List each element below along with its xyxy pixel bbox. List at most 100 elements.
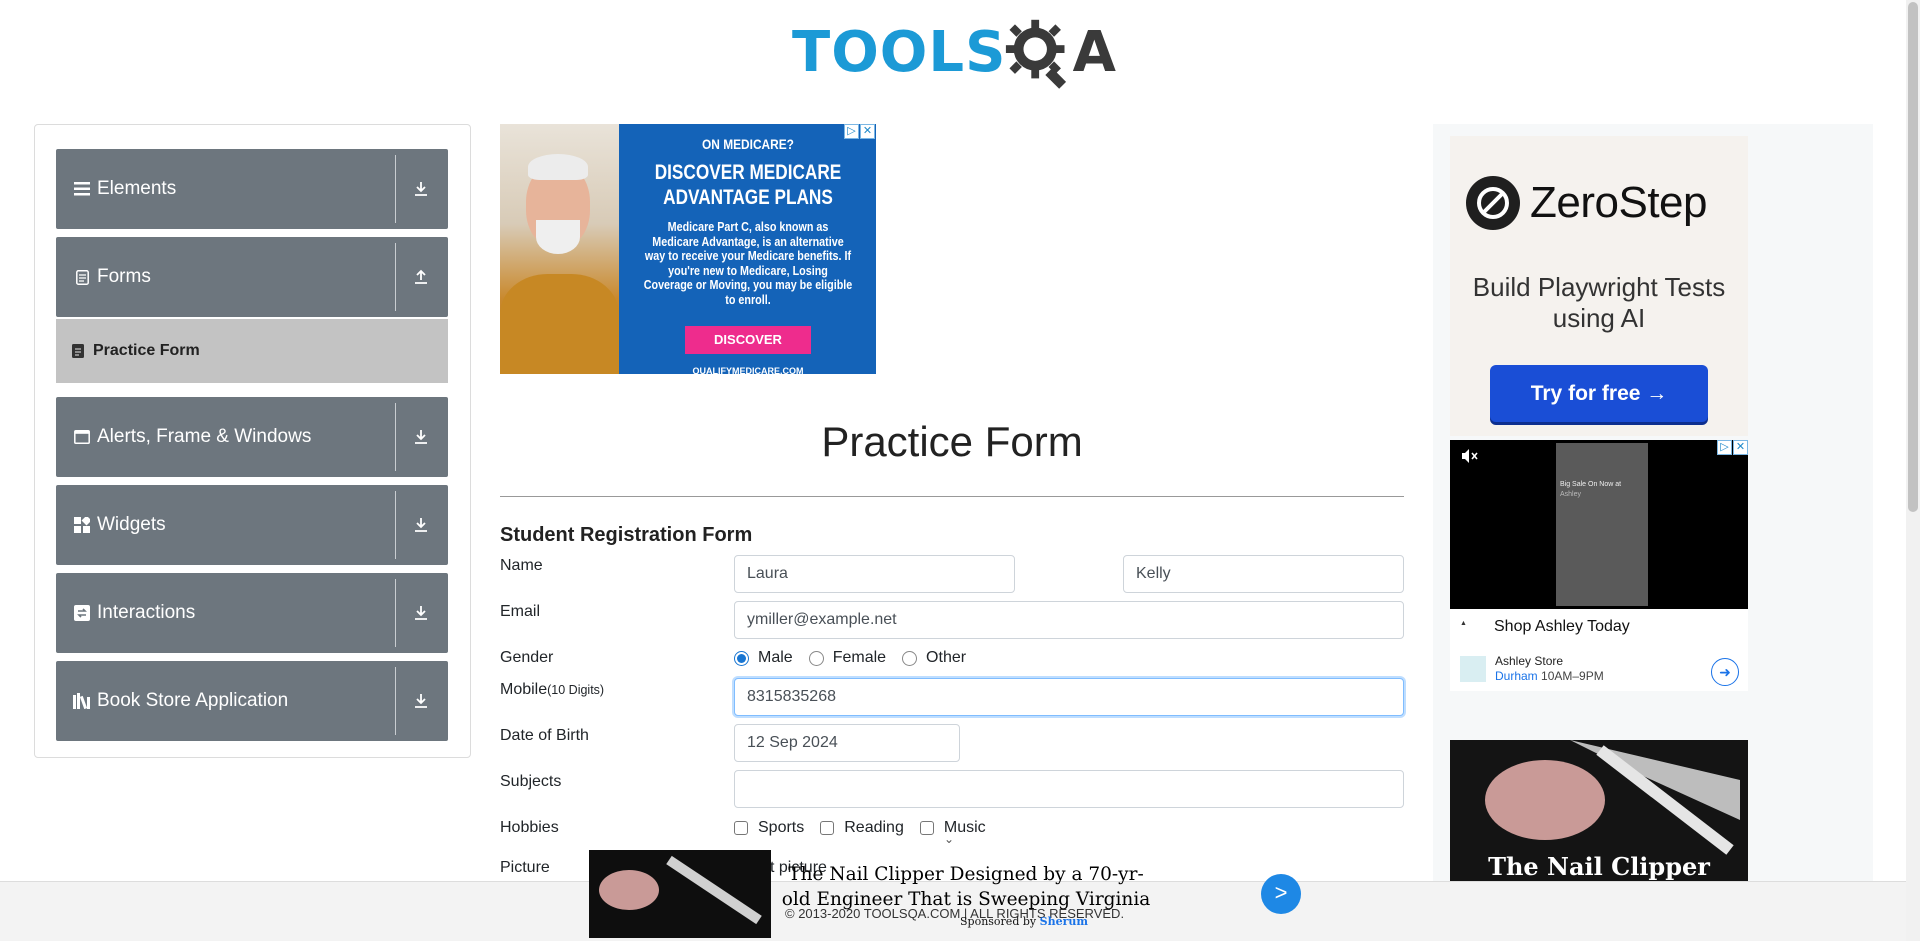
- try-for-free-button[interactable]: Try for free →: [1490, 365, 1708, 422]
- sidebar-item-label: Practice Form: [93, 342, 200, 359]
- sidebar-group-elements[interactable]: Elements: [56, 149, 448, 229]
- ad-line1: ON MEDICARE?: [702, 136, 794, 152]
- separator: [395, 491, 396, 559]
- ad-video-brand: Ashley: [1560, 491, 1582, 498]
- ad-headline: DISCOVER MEDICARE ADVANTAGE PLANS: [654, 161, 842, 209]
- first-name-input[interactable]: [734, 555, 1015, 593]
- ad-choices-icon[interactable]: ▷: [1717, 440, 1732, 455]
- download-arrow-icon[interactable]: [412, 180, 430, 198]
- ashley-ad[interactable]: Big Sale On Now at Ashley ▷ ✕ ▲ Shop Ash…: [1450, 440, 1748, 691]
- directions-icon[interactable]: ➜: [1711, 658, 1739, 686]
- checkbox[interactable]: [734, 821, 748, 835]
- radio-button[interactable]: [734, 650, 749, 666]
- download-arrow-icon[interactable]: [412, 428, 430, 446]
- radio-button[interactable]: [902, 650, 918, 666]
- scrollbar[interactable]: [1906, 0, 1920, 941]
- zerostep-ad[interactable]: ZeroStep Build Playwright Tests using AI…: [1450, 136, 1748, 436]
- sidebar-group-label: Widgets: [97, 514, 166, 535]
- download-arrow-icon[interactable]: [412, 692, 430, 710]
- chevron-down-icon[interactable]: ⌄: [944, 832, 954, 846]
- nail-clipper-image: [599, 855, 762, 925]
- picture-label: Picture: [500, 859, 550, 876]
- sidebar-group-widgets[interactable]: Widgets: [56, 485, 448, 565]
- ad-choices-icon[interactable]: ▷: [844, 124, 859, 139]
- ad-video[interactable]: Big Sale On Now at Ashley ▷ ✕: [1450, 440, 1748, 609]
- gender-female[interactable]: Female: [808, 649, 886, 667]
- separator: [395, 667, 396, 735]
- download-arrow-icon[interactable]: [412, 604, 430, 622]
- mobile-hint: (10 Digits): [547, 683, 605, 697]
- widgets-icon: [73, 516, 91, 534]
- last-name-input[interactable]: [1123, 555, 1404, 593]
- sidebar-item-practice-form[interactable]: Practice Form: [56, 319, 448, 383]
- subjects-label: Subjects: [500, 773, 562, 790]
- zerostep-name: ZeroStep: [1530, 178, 1707, 227]
- toolsqa-logo[interactable]: TOOLS A: [792, 14, 1116, 92]
- ad-domain: QUALIFYMEDICARE.COM: [692, 366, 804, 374]
- ad-photo-beard: [536, 220, 580, 254]
- sidebar-group-alerts[interactable]: Alerts, Frame & Windows: [56, 397, 448, 477]
- ad-headline[interactable]: The Nail Clipper Designed by a 70-yr-old…: [781, 862, 1151, 912]
- gender-male[interactable]: Male: [734, 649, 793, 667]
- sidebar-group-forms[interactable]: Forms: [56, 237, 448, 317]
- store-hours-text: 10AM–9PM: [1541, 669, 1604, 683]
- sidebar-group-label: Forms: [97, 266, 151, 287]
- scrollbar-thumb[interactable]: [1908, 2, 1918, 512]
- mobile-input[interactable]: [734, 678, 1404, 716]
- upload-arrow-icon[interactable]: [412, 268, 430, 286]
- ad-next-button[interactable]: >: [1261, 874, 1301, 914]
- form-title: Student Registration Form: [500, 524, 753, 546]
- hobby-label: Reading: [844, 819, 904, 836]
- ad-photo-shirt: [500, 274, 619, 374]
- email-input[interactable]: [734, 601, 1404, 639]
- ad-close-icon[interactable]: ✕: [1733, 440, 1748, 455]
- ashley-logo-icon: ▲: [1460, 620, 1467, 627]
- nail-clipper-title: The Nail Clipper: [1488, 852, 1710, 881]
- sidebar-group-label: Book Store Application: [97, 690, 289, 711]
- hobby-reading[interactable]: Reading: [820, 819, 904, 837]
- separator: [395, 579, 396, 647]
- checkbox[interactable]: [820, 821, 835, 835]
- sidebar-group-label: Interactions: [97, 602, 196, 623]
- sidebar-group-label: Alerts, Frame & Windows: [97, 426, 312, 447]
- ad-copy: ON MEDICARE? DISCOVER MEDICARE ADVANTAGE…: [626, 136, 870, 374]
- hobbies-label: Hobbies: [500, 819, 559, 836]
- ad-photo: [500, 124, 619, 374]
- email-label: Email: [500, 603, 541, 620]
- books-icon: [73, 692, 91, 710]
- ad-video-frame: Big Sale On Now at Ashley: [1556, 443, 1648, 606]
- ad-photo-hair: [528, 154, 588, 180]
- muted-icon[interactable]: [1460, 448, 1478, 464]
- subjects-input[interactable]: [734, 770, 1404, 808]
- divider: [500, 496, 1404, 497]
- right-ad-column: ZeroStep Build Playwright Tests using AI…: [1433, 124, 1873, 884]
- ad-close-icon[interactable]: ✕: [860, 124, 875, 139]
- nail-clipper-ad[interactable]: The Nail Clipper: [1450, 740, 1748, 884]
- sidebar: Elements Forms Practice Form Alerts, Fra…: [34, 124, 471, 758]
- download-arrow-icon[interactable]: [412, 516, 430, 534]
- menu-icon: [73, 180, 91, 198]
- sponsor-name[interactable]: Sherum: [1040, 915, 1088, 928]
- ad-image: [589, 850, 771, 938]
- hobby-sports[interactable]: Sports: [734, 819, 804, 837]
- ad-discover-button[interactable]: DISCOVER: [685, 326, 811, 354]
- date-of-birth-input[interactable]: [734, 724, 960, 762]
- zerostep-tagline: Build Playwright Tests using AI: [1472, 272, 1726, 333]
- interactions-icon: [73, 604, 91, 622]
- bottom-sticky-ad[interactable]: The Nail Clipper Designed by a 70-yr-old…: [589, 850, 1301, 938]
- checkbox[interactable]: [919, 821, 934, 835]
- store-city: Durham: [1495, 669, 1538, 683]
- ad-video-text: Big Sale On Now at: [1560, 481, 1622, 488]
- separator: [395, 243, 396, 311]
- sidebar-group-book-store[interactable]: Book Store Application: [56, 661, 448, 741]
- document-icon: [73, 268, 91, 286]
- gender-other[interactable]: Other: [902, 649, 966, 667]
- sidebar-group-interactions[interactable]: Interactions: [56, 573, 448, 653]
- hobbies-options: Sports Reading Music: [734, 819, 1002, 837]
- radio-button[interactable]: [808, 650, 824, 666]
- sponsored-prefix: Sponsored by: [960, 915, 1037, 928]
- gender-options: Male Female Other: [734, 649, 982, 667]
- medicare-ad[interactable]: ON MEDICARE? DISCOVER MEDICARE ADVANTAGE…: [500, 124, 876, 374]
- mobile-label: Mobile(10 Digits): [500, 681, 604, 699]
- sidebar-group-label: Elements: [97, 178, 177, 199]
